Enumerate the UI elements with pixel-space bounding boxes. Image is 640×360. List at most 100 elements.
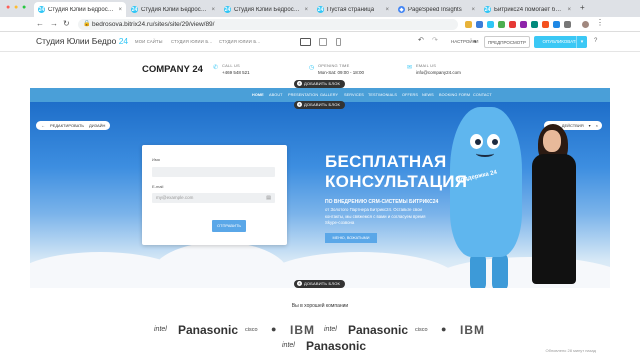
breadcrumb-page[interactable]: СТУДИЯ ЮЛИИ Б... — [219, 39, 260, 44]
publish-menu-icon[interactable]: ▾ — [576, 36, 587, 48]
nav-testimonials[interactable]: TESTIMONIALS — [368, 93, 397, 97]
add-block-button[interactable]: + ДОБАВИТЬ БЛОК — [294, 101, 346, 109]
nav-presentation[interactable]: PRESENTATION — [288, 93, 318, 97]
new-tab-icon[interactable]: + — [580, 3, 585, 12]
browser-tab[interactable]: 24 Студия Юлии Бедросовой - × — [34, 2, 126, 17]
tab-title: Студия Юлии Бедросовой — [234, 6, 302, 13]
close-tab-icon[interactable]: × — [385, 7, 389, 13]
bitrix24-icon: 24 — [224, 6, 231, 13]
browser-tab[interactable]: 24 Пустая страница × — [313, 2, 393, 17]
extension-icon[interactable] — [542, 21, 549, 28]
bitrix24-icon: 24 — [38, 6, 45, 13]
add-block-label: ДОБАВИТЬ БЛОК — [304, 102, 341, 107]
hero-subtitle: ПО ВНЕДРЕНИЮ CRM-СИСТЕМЫ БИТРИКС24 — [325, 199, 439, 205]
hero-title-line-1: БЕСПЛАТНАЯ — [325, 152, 447, 171]
extension-icon[interactable] — [553, 21, 560, 28]
email-placeholder: my@example.com — [156, 195, 194, 200]
url-input[interactable]: 🔒 bedrosova.bitrix24.ru/sites/site/29/vi… — [78, 19, 458, 30]
close-tab-icon[interactable]: × — [211, 7, 215, 13]
extension-icon[interactable] — [520, 21, 527, 28]
help-icon[interactable]: ? — [594, 38, 597, 44]
close-tab-icon[interactable]: × — [471, 7, 475, 13]
edit-button[interactable]: РЕДАКТИРОВАТЬ — [50, 123, 84, 128]
panasonic-logo: Panasonic — [178, 323, 239, 337]
extension-icon[interactable] — [476, 21, 483, 28]
add-block-button[interactable]: + ДОБАВИТЬ БЛОК — [294, 80, 346, 88]
extension-icon[interactable] — [509, 21, 516, 28]
chevron-down-icon[interactable]: ▾ — [474, 39, 477, 45]
forward-icon[interactable]: → — [50, 19, 58, 28]
browser-tab[interactable]: 24 Битрикс24 помогает бизн × — [480, 2, 575, 17]
hero-title: БЕСПЛАТНАЯ КОНСУЛЬТАЦИЯ — [325, 152, 467, 192]
preview-button[interactable]: ПРЕДПРОСМОТР — [484, 36, 530, 48]
person-face — [543, 130, 561, 152]
maximize-window-icon[interactable]: ● — [22, 4, 26, 11]
partners-title: Вы в хорошей компании — [291, 303, 349, 309]
tab-title: Студия Юлии Бедросовой — [141, 6, 209, 13]
nav-about[interactable]: ABOUT — [269, 93, 283, 97]
call-info: ✆ CALL US +469 548 521 — [213, 63, 250, 75]
apple-logo: ● — [441, 324, 447, 334]
extension-icon[interactable] — [498, 21, 505, 28]
nav-contact[interactable]: CONTACT — [473, 93, 492, 97]
undo-icon[interactable]: ↶ — [418, 36, 424, 44]
cisco-logo: cisco — [245, 327, 258, 333]
arrow-left-icon[interactable]: ← — [41, 123, 45, 128]
breadcrumb-site[interactable]: СТУДИЯ ЮЛИИ Б... — [171, 39, 212, 44]
close-window-icon[interactable]: ● — [6, 4, 10, 11]
chevron-down-icon[interactable]: ▾ — [589, 123, 591, 128]
cloud-decoration — [430, 257, 610, 288]
browser-tab[interactable]: 24 Студия Юлии Бедросовой × — [127, 2, 219, 17]
extension-icon[interactable] — [487, 21, 494, 28]
actions-button[interactable]: ДЕЙСТВИЯ — [562, 123, 584, 128]
email-field[interactable]: my@example.com ▤ — [152, 193, 275, 203]
design-button[interactable]: ДИЗАЙН — [89, 123, 105, 128]
consultation-form: Имя E-mail my@example.com ▤ ОТПРАВИТЬ — [142, 145, 287, 245]
tab-title: Пустая страница — [327, 6, 375, 13]
extension-icon[interactable] — [564, 21, 571, 28]
name-field[interactable] — [152, 167, 275, 177]
opening-label: OPENING TIME — [318, 63, 350, 68]
call-label: CALL US — [222, 63, 240, 68]
nav-offers[interactable]: OFFERS — [402, 93, 418, 97]
close-tab-icon[interactable]: × — [567, 7, 571, 13]
hero-button[interactable]: МЕНЮ, ВОЖАТЫМИ — [325, 233, 377, 243]
nav-gallery[interactable]: GALLERY — [320, 93, 338, 97]
browser-menu-icon[interactable]: ⋮ — [596, 18, 604, 27]
nav-home[interactable]: HOME — [252, 93, 264, 97]
hero-description: от Золотого Партнера Битрикс24. Оставьте… — [325, 207, 426, 225]
email-label: EMAIL US — [416, 63, 437, 68]
tab-title: Битрикс24 помогает бизн — [494, 6, 565, 13]
browser-tab[interactable]: 24 Студия Юлии Бедросовой × — [220, 2, 312, 17]
breadcrumb-my-sites[interactable]: МОИ САЙТЫ — [135, 39, 163, 44]
mobile-view-icon[interactable] — [336, 38, 341, 46]
opening-value: Mon-Sat: 09:00 - 18:00 — [318, 70, 365, 75]
cisco-logo: cisco — [415, 327, 428, 333]
block-edit-toolbar: ← РЕДАКТИРОВАТЬ ДИЗАЙН — [36, 121, 111, 130]
desktop-view-icon[interactable] — [300, 38, 311, 46]
nav-services[interactable]: SERVICES — [344, 93, 364, 97]
close-icon[interactable]: × — [596, 123, 598, 128]
close-tab-icon[interactable]: × — [304, 7, 308, 13]
submit-button[interactable]: ОТПРАВИТЬ — [212, 220, 246, 232]
company-logo[interactable]: COMPANY 24 — [142, 64, 203, 75]
panasonic-logo: Panasonic — [348, 323, 409, 337]
add-block-button[interactable]: + ДОБАВИТЬ БЛОК — [294, 280, 346, 288]
avatar[interactable] — [582, 21, 589, 28]
last-updated: Обновлено 28 минут назад — [545, 348, 596, 353]
close-tab-icon[interactable]: × — [118, 7, 122, 13]
nav-booking-form[interactable]: BOOKING FORM — [439, 93, 470, 97]
extension-icon[interactable] — [465, 21, 472, 28]
redo-icon[interactable]: ↷ — [432, 36, 438, 44]
browser-tab[interactable]: ◆ PageSpeed Insights × — [394, 2, 479, 17]
panasonic-logo: Panasonic — [306, 339, 367, 353]
extension-icon[interactable] — [531, 21, 538, 28]
apple-logo: ● — [271, 324, 277, 334]
back-icon[interactable]: ← — [36, 19, 44, 28]
tablet-view-icon[interactable] — [319, 38, 327, 46]
tab-title: Студия Юлии Бедросовой - — [48, 6, 115, 13]
email-value: info@company24.com — [416, 70, 461, 75]
minimize-window-icon[interactable]: ● — [14, 4, 18, 11]
nav-news[interactable]: NEWS — [422, 93, 434, 97]
reload-icon[interactable]: ↻ — [63, 19, 70, 28]
